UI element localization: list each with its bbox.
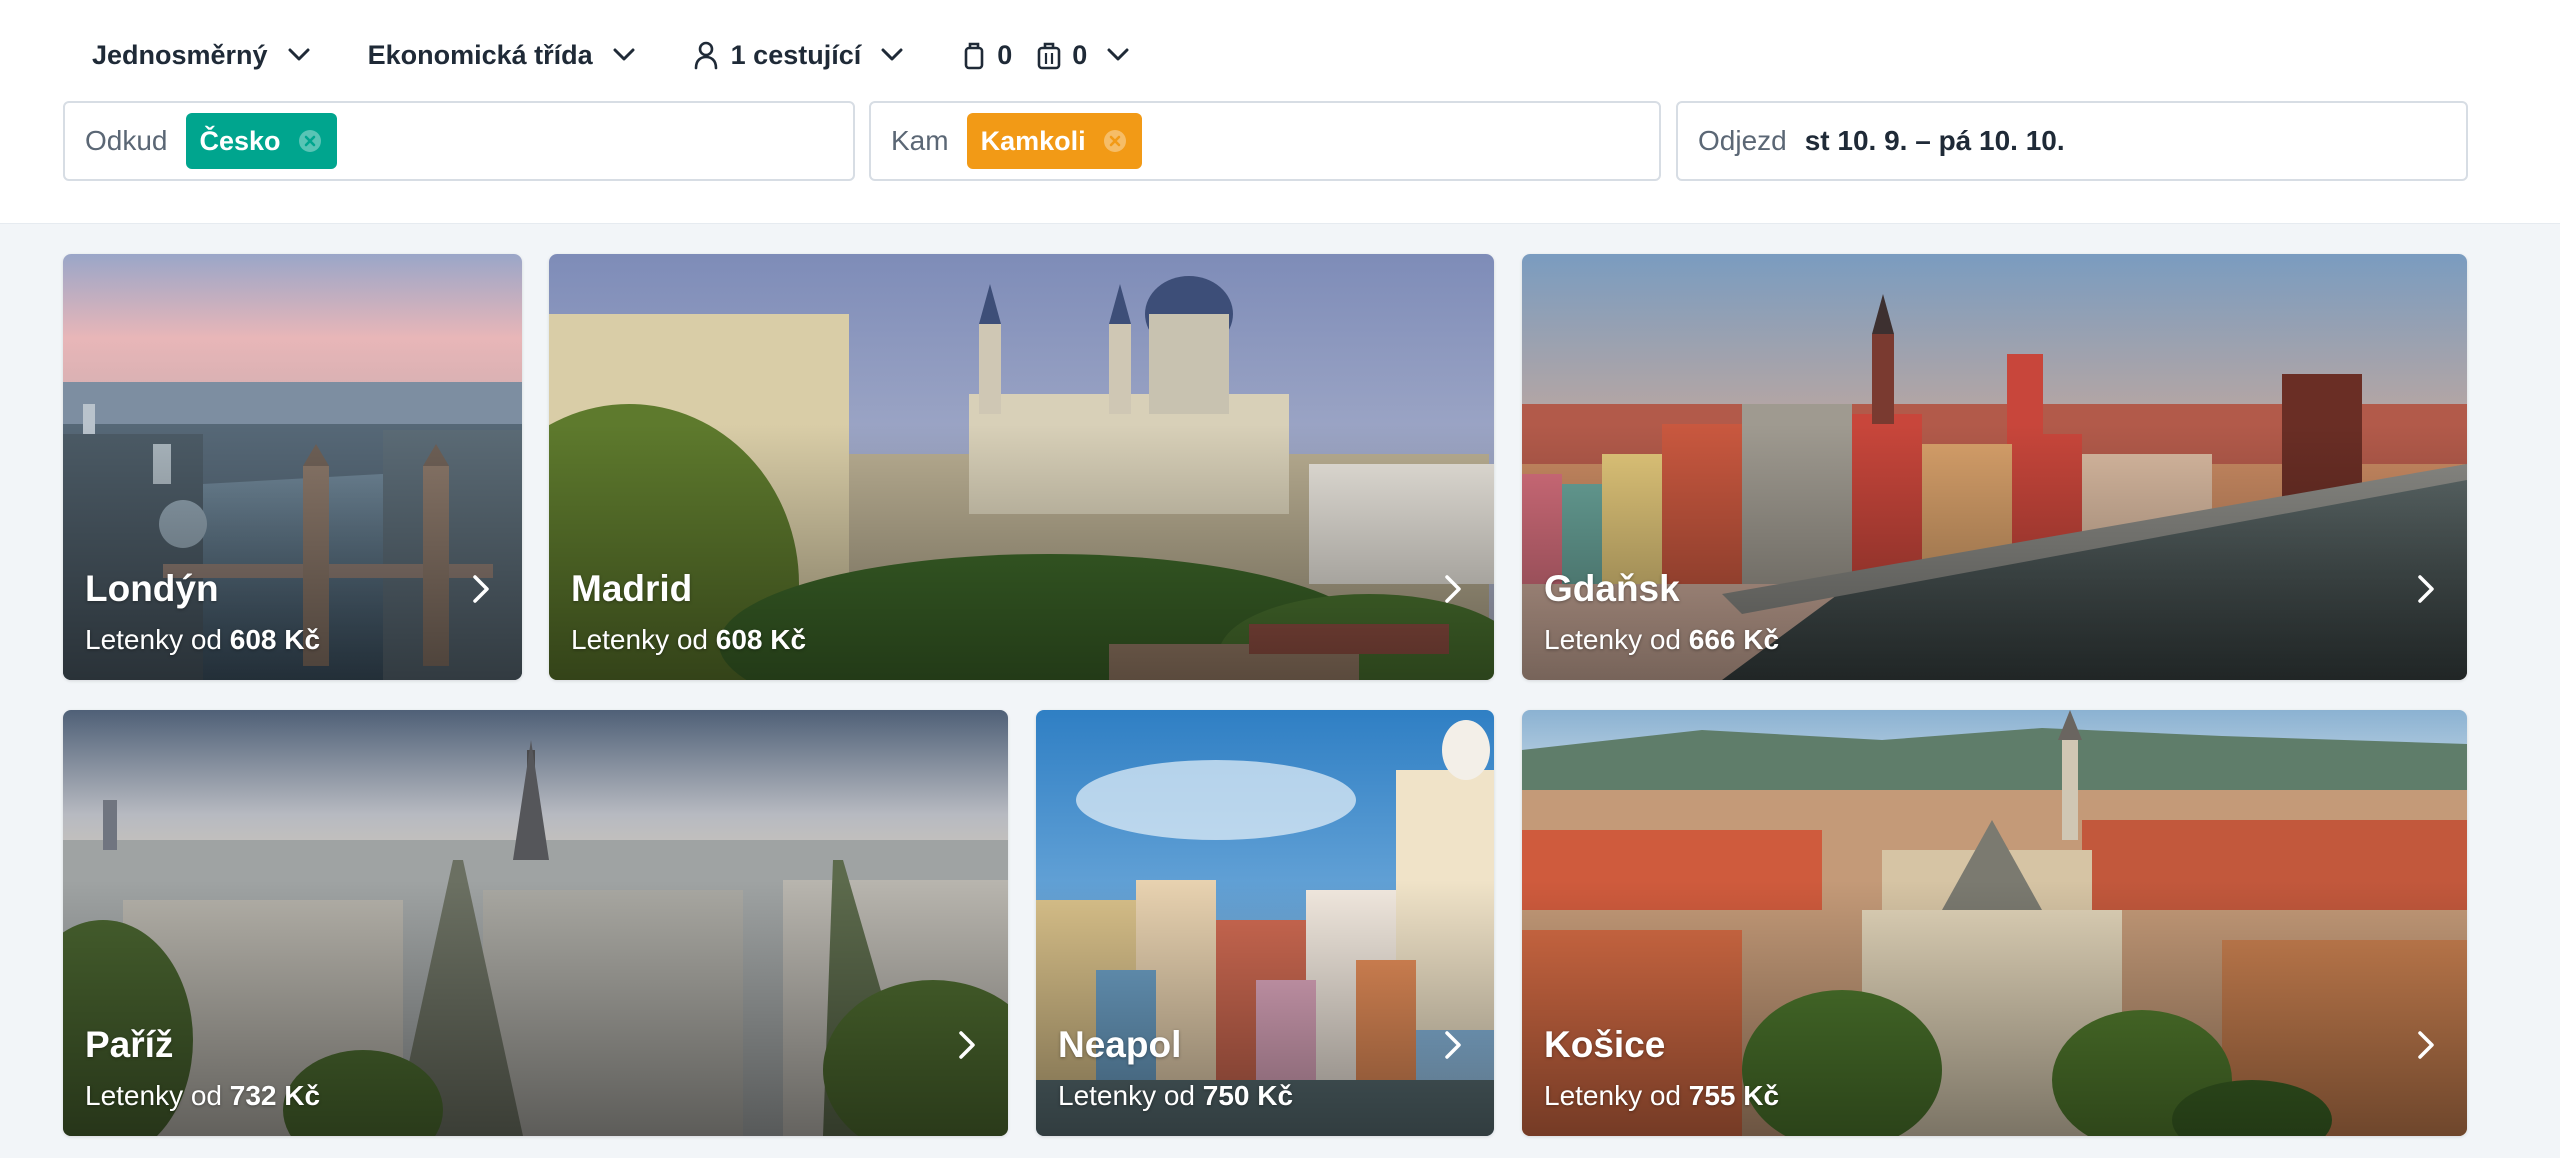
cabin-bag-count: 0 [961, 40, 1012, 71]
destination-price: Letenky od 750 Kč [1058, 1080, 1293, 1112]
chevron-right-icon [1445, 575, 1461, 603]
checked-bag-count-value: 0 [1072, 39, 1088, 70]
person-icon [694, 41, 717, 70]
passengers-label: 1 cestující [730, 39, 862, 70]
departure-date-value: st 10. 9. – pá 10. 10. [1804, 125, 2065, 156]
destination-city-name: Paříž [85, 1024, 174, 1065]
destination-city-name: Košice [1544, 1024, 1666, 1065]
remove-destination-icon[interactable] [1102, 128, 1128, 154]
destination-card-kosice[interactable]: Košice Letenky od 755 Kč [1522, 710, 2467, 1136]
price-prefix: Letenky od [1544, 1080, 1681, 1111]
chevron-down-icon [613, 48, 635, 61]
price-amount: 750 Kč [1202, 1080, 1294, 1111]
destination-card-gdansk[interactable]: Gdaňsk Letenky od 666 Kč [1522, 254, 2467, 680]
price-prefix: Letenky od [571, 624, 708, 655]
chevron-down-icon [288, 48, 310, 61]
destination-price: Letenky od 608 Kč [571, 624, 806, 656]
destination-price: Letenky od 732 Kč [85, 1080, 320, 1112]
destination-price: Letenky od 608 Kč [85, 624, 320, 656]
price-amount: 666 Kč [1688, 624, 1780, 655]
origin-chip: Česko [185, 113, 337, 169]
origin-chip-label: Česko [199, 125, 281, 156]
price-prefix: Letenky od [85, 1080, 222, 1111]
price-amount: 732 Kč [229, 1080, 321, 1111]
cabin-class-dropdown[interactable]: Ekonomická třída [368, 40, 635, 71]
origin-label: Odkud [85, 125, 168, 156]
origin-field[interactable]: Odkud Česko [63, 101, 855, 181]
destination-city-name: Gdaňsk [1544, 568, 1680, 609]
destination-card-neapol[interactable]: Neapol Letenky od 750 Kč [1036, 710, 1494, 1136]
destination-card-londyn[interactable]: Londýn Letenky od 608 Kč [63, 254, 522, 680]
destination-city-name: Madrid [571, 568, 693, 609]
cabin-bag-icon [964, 42, 984, 70]
price-amount: 755 Kč [1688, 1080, 1780, 1111]
chevron-right-icon [473, 575, 489, 603]
price-prefix: Letenky od [1058, 1080, 1195, 1111]
destination-city-name: Londýn [85, 568, 219, 609]
departure-label: Odjezd [1698, 125, 1787, 156]
destination-city-name: Neapol [1058, 1024, 1182, 1065]
price-amount: 608 Kč [229, 624, 321, 655]
destination-card-madrid[interactable]: Madrid Letenky od 608 Kč [549, 254, 1494, 680]
destination-chip: Kamkoli [966, 113, 1142, 169]
destination-price: Letenky od 755 Kč [1544, 1080, 1779, 1112]
trip-type-label: Jednosměrný [92, 39, 268, 70]
bags-dropdown[interactable]: 0 0 [961, 40, 1129, 71]
destination-chip-label: Kamkoli [980, 125, 1086, 156]
destination-label: Kam [891, 125, 949, 156]
destination-price: Letenky od 666 Kč [1544, 624, 1779, 656]
remove-origin-icon[interactable] [297, 128, 323, 154]
chevron-down-icon [881, 48, 903, 61]
trip-type-dropdown[interactable]: Jednosměrný [92, 40, 310, 71]
search-header: Jednosměrný Ekonomická třída 1 cestující… [0, 0, 2560, 224]
chevron-right-icon [1445, 1031, 1461, 1059]
checked-bag-icon [1037, 42, 1061, 70]
chevron-down-icon [1107, 48, 1129, 61]
chevron-right-icon [959, 1031, 975, 1059]
destination-field[interactable]: Kam Kamkoli [869, 101, 1661, 181]
checked-bag-count: 0 [1036, 40, 1087, 71]
search-filters: Jednosměrný Ekonomická třída 1 cestující… [92, 30, 1129, 80]
cabin-bag-count-value: 0 [997, 39, 1013, 70]
chevron-right-icon [2418, 575, 2434, 603]
chevron-right-icon [2418, 1031, 2434, 1059]
price-prefix: Letenky od [1544, 624, 1681, 655]
price-amount: 608 Kč [715, 624, 807, 655]
cabin-class-label: Ekonomická třída [367, 39, 593, 70]
destination-card-pariz[interactable]: Paříž Letenky od 732 Kč [63, 710, 1008, 1136]
departure-field[interactable]: Odjezd st 10. 9. – pá 10. 10. [1676, 101, 2468, 181]
price-prefix: Letenky od [85, 624, 222, 655]
passengers-dropdown[interactable]: 1 cestující [693, 40, 904, 71]
